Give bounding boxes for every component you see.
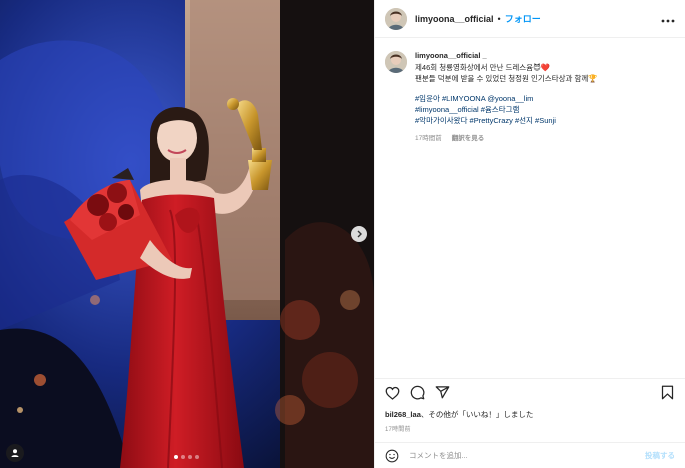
likes-summary: bil268_laa、その他が「いいね！」しました bbox=[375, 406, 685, 420]
emoji-icon[interactable] bbox=[385, 449, 399, 463]
caption-hashtags[interactable]: #악마가이사왔다 #PrettyCrazy #선지 #Sunji bbox=[415, 115, 598, 126]
carousel-dot bbox=[195, 455, 199, 459]
caption-hashtags[interactable]: #임윤아 #LIMYOONA @yoona__lim bbox=[415, 93, 598, 104]
carousel-dots bbox=[174, 455, 199, 459]
caption-body: limyoona__official _ 제46회 청룡영화상에서 만난 드레스… bbox=[415, 50, 598, 144]
caption-area: limyoona__official _ 제46회 청룡영화상에서 만난 드레스… bbox=[375, 38, 685, 378]
caption-hashtags[interactable]: #limyoona__official #윰스타그램 bbox=[415, 104, 598, 115]
caption: limyoona__official _ 제46회 청룡영화상에서 만난 드레스… bbox=[385, 50, 675, 144]
avatar[interactable] bbox=[385, 7, 407, 30]
carousel-dot bbox=[181, 455, 185, 459]
share-icon bbox=[435, 386, 450, 399]
follow-button[interactable]: フォロー bbox=[505, 12, 541, 25]
user-icon bbox=[11, 449, 19, 457]
carousel-dot bbox=[188, 455, 192, 459]
share-button[interactable] bbox=[435, 385, 450, 400]
photo-image bbox=[0, 0, 374, 468]
post-sidebar: limyoona__official • フォロー limyoona__offi… bbox=[374, 0, 685, 468]
more-options-button[interactable] bbox=[661, 12, 675, 25]
avatar-image bbox=[385, 7, 407, 30]
caption-meta: 17時間前 翻訳を見る bbox=[415, 133, 598, 144]
likes-text: 、その他が「いいね！」しました bbox=[420, 410, 534, 419]
next-image-button[interactable] bbox=[351, 226, 367, 242]
post-comment-button[interactable]: 投稿する bbox=[645, 450, 675, 461]
comment-icon bbox=[410, 385, 425, 400]
instagram-post: limyoona__official • フォロー limyoona__offi… bbox=[0, 0, 685, 468]
heart-icon bbox=[385, 386, 400, 400]
caption-username[interactable]: limyoona__official _ bbox=[415, 50, 598, 61]
action-bar bbox=[375, 378, 685, 406]
caption-line: 제46회 청룡영화상에서 만난 드레스윰😈❤️ bbox=[415, 63, 551, 72]
like-button[interactable] bbox=[385, 385, 400, 400]
chevron-right-icon bbox=[357, 230, 362, 238]
tagged-users-button[interactable] bbox=[6, 444, 24, 462]
post-header: limyoona__official • フォロー bbox=[375, 0, 685, 38]
post-photo[interactable] bbox=[0, 0, 374, 468]
translate-button[interactable]: 翻訳を見る bbox=[452, 133, 485, 144]
header-username[interactable]: limyoona__official bbox=[415, 14, 494, 24]
post-timestamp[interactable]: 17時間前 bbox=[375, 420, 685, 433]
comment-box: 投稿する bbox=[375, 442, 685, 468]
caption-time: 17時間前 bbox=[415, 135, 442, 142]
caption-line: 팬분들 덕분에 받을 수 있었던 청정원 인기스타상과 함께🏆 bbox=[415, 74, 598, 83]
comment-input[interactable] bbox=[409, 451, 645, 460]
caption-avatar[interactable] bbox=[385, 51, 407, 73]
header-separator: • bbox=[497, 13, 501, 24]
carousel-dot-active bbox=[174, 455, 178, 459]
avatar-image bbox=[385, 51, 407, 73]
save-button[interactable] bbox=[660, 385, 675, 400]
likes-user[interactable]: bil268_laa bbox=[385, 410, 421, 419]
more-horizontal-icon bbox=[661, 19, 675, 23]
bookmark-icon bbox=[661, 385, 674, 400]
comment-button[interactable] bbox=[410, 385, 425, 400]
